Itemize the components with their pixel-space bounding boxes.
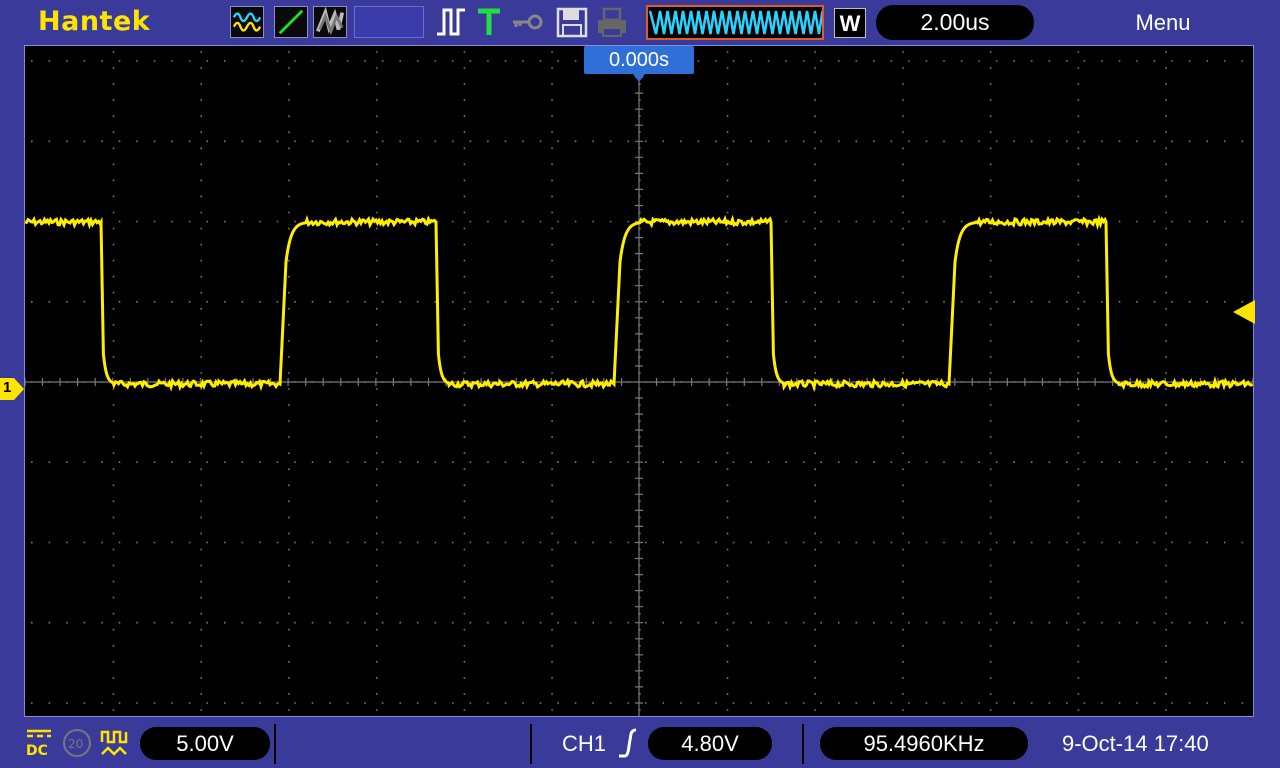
separator — [530, 724, 532, 764]
key-lock-icon[interactable] — [510, 6, 544, 38]
fft-math-icon[interactable] — [230, 6, 264, 38]
save-disk-icon[interactable] — [555, 6, 589, 38]
frequency-readout: 95.4960KHz — [820, 727, 1028, 760]
memory-waveform-preview[interactable] — [646, 5, 824, 40]
svg-text:DC: DC — [26, 743, 48, 758]
trigger-t-icon[interactable] — [472, 6, 506, 38]
separator — [802, 724, 804, 764]
timebase-readout[interactable]: 2.00us — [876, 5, 1034, 40]
trigger-channel-label[interactable]: CH1 — [562, 727, 606, 760]
trigger-position-marker — [633, 74, 645, 82]
bandwidth-limit-20m-icon[interactable]: 20 — [62, 728, 92, 758]
dc-coupling-icon[interactable]: DC — [24, 728, 54, 758]
run-stop-icon[interactable] — [434, 6, 468, 38]
bottom-status-bar: DC 20 5.00V CH1 4.80V 95.4960KHz 9-Oct-1… — [0, 718, 1280, 768]
rising-edge-icon[interactable] — [616, 728, 640, 758]
svg-text:20: 20 — [68, 737, 83, 751]
separator — [274, 724, 276, 764]
datetime-readout: 9-Oct-14 17:40 — [1062, 731, 1209, 756]
ch1-marker-label: 1 — [3, 379, 12, 396]
printer-icon[interactable] — [595, 6, 629, 38]
menu-button[interactable]: Menu — [1118, 7, 1208, 39]
trigger-level-marker[interactable] — [1233, 300, 1255, 324]
trigger-level-readout[interactable]: 4.80V — [648, 727, 772, 760]
waveform-display[interactable] — [24, 45, 1254, 717]
trigger-position-readout[interactable]: 0.000s — [584, 46, 694, 74]
window-mode-badge[interactable]: W — [834, 8, 866, 38]
volts-per-div-readout[interactable]: 5.00V — [140, 727, 270, 760]
probe-icon[interactable] — [100, 728, 130, 758]
persistence-icon[interactable] — [313, 6, 347, 38]
ch1-trace — [25, 214, 1253, 393]
ref-line-icon[interactable] — [274, 6, 308, 38]
ch1-ground-marker[interactable]: 1 — [0, 378, 24, 400]
preview-wave — [648, 10, 822, 35]
brand-logo: Hantek — [38, 6, 151, 37]
top-toolbar: Hantek W 2.00us Menu — [0, 0, 1280, 45]
ch1-waveform-line — [25, 214, 1253, 393]
status-box — [354, 6, 424, 38]
